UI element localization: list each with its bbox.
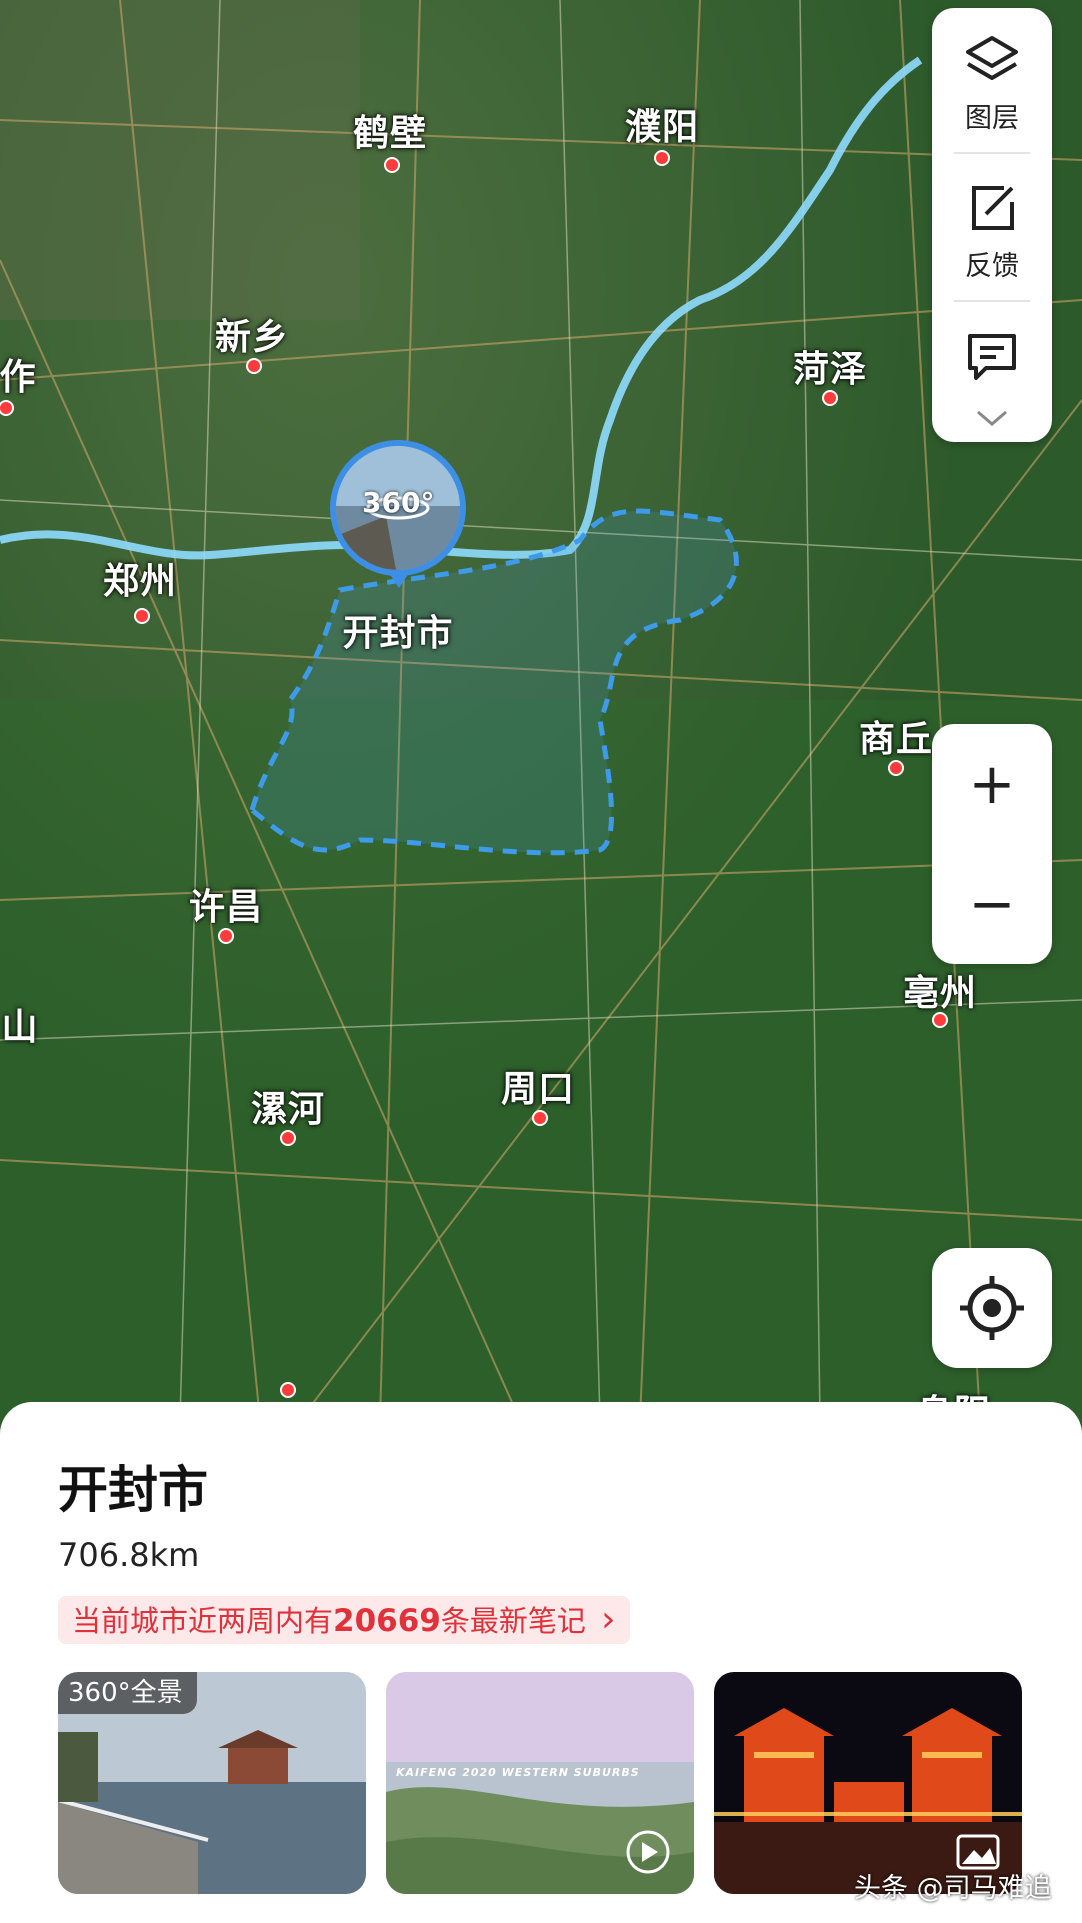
feedback-button[interactable]: 反馈: [932, 156, 1052, 296]
video-caption: KAIFENG 2020 WESTERN SUBURBS: [396, 1766, 640, 1779]
layers-button[interactable]: 图层: [932, 8, 1052, 148]
message-icon: [968, 334, 1016, 380]
city-label-xuchang[interactable]: 许昌: [189, 878, 263, 930]
banner-count: 20669: [333, 1603, 441, 1639]
map-view[interactable]: 鹤壁 濮阳 新乡 作 菏泽 郑州 开封市 商丘 许昌 亳州 山 周口 漯河 阜阳…: [0, 0, 1082, 1420]
divider: [954, 300, 1030, 302]
thumbnail-night-photo[interactable]: [714, 1672, 1022, 1894]
feedback-edit-icon: [972, 186, 1014, 230]
city-dot: [280, 1130, 296, 1146]
city-dot: [246, 358, 262, 374]
city-dot: [932, 1012, 948, 1028]
crosshair-icon: [960, 1276, 1024, 1340]
city-label-zhoukou[interactable]: 周口: [501, 1060, 575, 1112]
thumbnail-video[interactable]: KAIFENG 2020 WESTERN SUBURBS: [386, 1672, 694, 1894]
city-dot: [888, 760, 904, 776]
city-dot: [280, 1382, 296, 1398]
city-info-sheet: 开封市 706.8km 当前城市近两周内有20669条最新笔记 › 360°全景…: [0, 1402, 1082, 1923]
panorama-badge: 360°全景: [58, 1672, 197, 1714]
banner-suffix: 条最新笔记: [440, 1604, 586, 1638]
divider: [954, 152, 1030, 154]
city-label-luohe[interactable]: 漯河: [251, 1080, 325, 1132]
city-dot: [532, 1110, 548, 1126]
banner-prefix: 当前城市近两周内有: [72, 1604, 334, 1638]
aerial-video-frame: [386, 1672, 694, 1894]
locate-button[interactable]: [932, 1248, 1052, 1368]
city-label-heze[interactable]: 菏泽: [793, 340, 867, 392]
city-dot: [822, 390, 838, 406]
panorama-marker[interactable]: 360°: [330, 440, 466, 576]
map-tools-panel: 图层 反馈: [932, 8, 1052, 442]
city-dot: [218, 928, 234, 944]
city-label-shangqiu[interactable]: 商丘: [859, 710, 933, 762]
zoom-in-button[interactable]: +: [932, 724, 1052, 844]
city-title: 开封市: [58, 1461, 208, 1519]
city-label-zhengzhou[interactable]: 郑州: [103, 552, 177, 604]
panorama-label: 360°: [362, 486, 435, 519]
city-label-jiaozuo[interactable]: 作: [0, 348, 37, 400]
chevron-right-icon: ›: [601, 1599, 616, 1640]
city-label-xinxiang[interactable]: 新乡: [215, 308, 289, 360]
zoom-out-button[interactable]: −: [932, 844, 1052, 964]
city-dot: [654, 150, 670, 166]
layers-icon: [966, 36, 1018, 80]
feedback-label: 反馈: [965, 251, 1019, 282]
city-label-bozhou[interactable]: 亳州: [903, 964, 977, 1016]
city-label-kaifeng[interactable]: 开封市: [342, 604, 453, 656]
thumbnail-panorama[interactable]: 360°全景: [58, 1672, 366, 1894]
city-label-pingdingshan[interactable]: 山: [1, 998, 38, 1050]
distance-text: 706.8km: [58, 1536, 200, 1574]
city-label-puyang[interactable]: 濮阳: [625, 98, 699, 150]
layers-label: 图层: [965, 103, 1019, 134]
chevron-down-icon[interactable]: [972, 406, 1012, 430]
city-dot: [384, 157, 400, 173]
notes-banner[interactable]: 当前城市近两周内有20669条最新笔记 ›: [58, 1596, 630, 1644]
city-dot: [134, 608, 150, 624]
zoom-controls: + −: [932, 724, 1052, 964]
night-gate-photo: [714, 1672, 1022, 1894]
city-label-hebi[interactable]: 鹤壁: [353, 104, 427, 156]
panorama-pointer: [387, 570, 411, 588]
watermark-text: 头条 @司马难追: [854, 1873, 1052, 1904]
